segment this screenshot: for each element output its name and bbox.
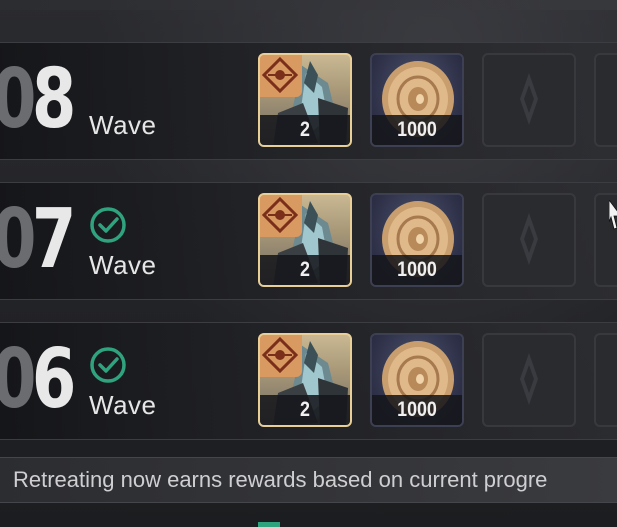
reward-slot-character[interactable]: 2: [258, 333, 352, 427]
mouse-cursor-icon: [609, 200, 617, 230]
reward-quantity: 2: [300, 258, 310, 281]
wave-number: 06: [0, 332, 76, 427]
wave-label: Wave: [89, 250, 157, 280]
reward-slot-empty: [482, 193, 576, 287]
cleared-check-icon: [90, 207, 126, 243]
faction-emblem-icon: [261, 56, 299, 94]
reward-slot-coin[interactable]: 1000: [370, 53, 464, 147]
wave-number: 07: [0, 192, 76, 287]
reward-slot-character[interactable]: 2: [258, 193, 352, 287]
reward-quantity: 1000: [397, 118, 437, 141]
faction-badge: [260, 335, 302, 377]
reward-slot-empty: [482, 333, 576, 427]
empty-slot-emblem-icon: [520, 353, 538, 405]
faction-badge: [260, 195, 302, 237]
retreat-notice-text: Retreating now earns rewards based on cu…: [13, 467, 548, 492]
retreat-notice-bar: Retreating now earns rewards based on cu…: [0, 457, 617, 503]
wave-row: 08 Wave 2 1000: [0, 42, 617, 160]
reward-slot-coin[interactable]: 1000: [370, 333, 464, 427]
reward-slot-coin[interactable]: 1000: [370, 193, 464, 287]
wave-row: 07 Wave 2 10: [0, 182, 617, 300]
reward-quantity: 1000: [397, 258, 437, 281]
bottom-accent: [258, 522, 280, 527]
reward-quantity: 2: [300, 118, 310, 141]
faction-badge: [260, 55, 302, 97]
wave-row: 06 Wave 2 10: [0, 322, 617, 440]
wave-label: Wave: [89, 390, 157, 420]
wave-number: 08: [0, 52, 76, 147]
reward-slot-empty: [594, 333, 617, 427]
faction-emblem-icon: [261, 336, 299, 374]
top-strip: [0, 0, 617, 10]
reward-quantity: 1000: [397, 398, 437, 421]
empty-slot-emblem-icon: [520, 213, 538, 265]
reward-slot-empty: [482, 53, 576, 147]
empty-slot-emblem-icon: [520, 73, 538, 125]
reward-slot-character[interactable]: 2: [258, 53, 352, 147]
cleared-check-icon: [90, 347, 126, 383]
faction-emblem-icon: [261, 196, 299, 234]
reward-quantity: 2: [300, 398, 310, 421]
reward-slot-empty: [594, 53, 617, 147]
wave-label: Wave: [89, 110, 157, 140]
